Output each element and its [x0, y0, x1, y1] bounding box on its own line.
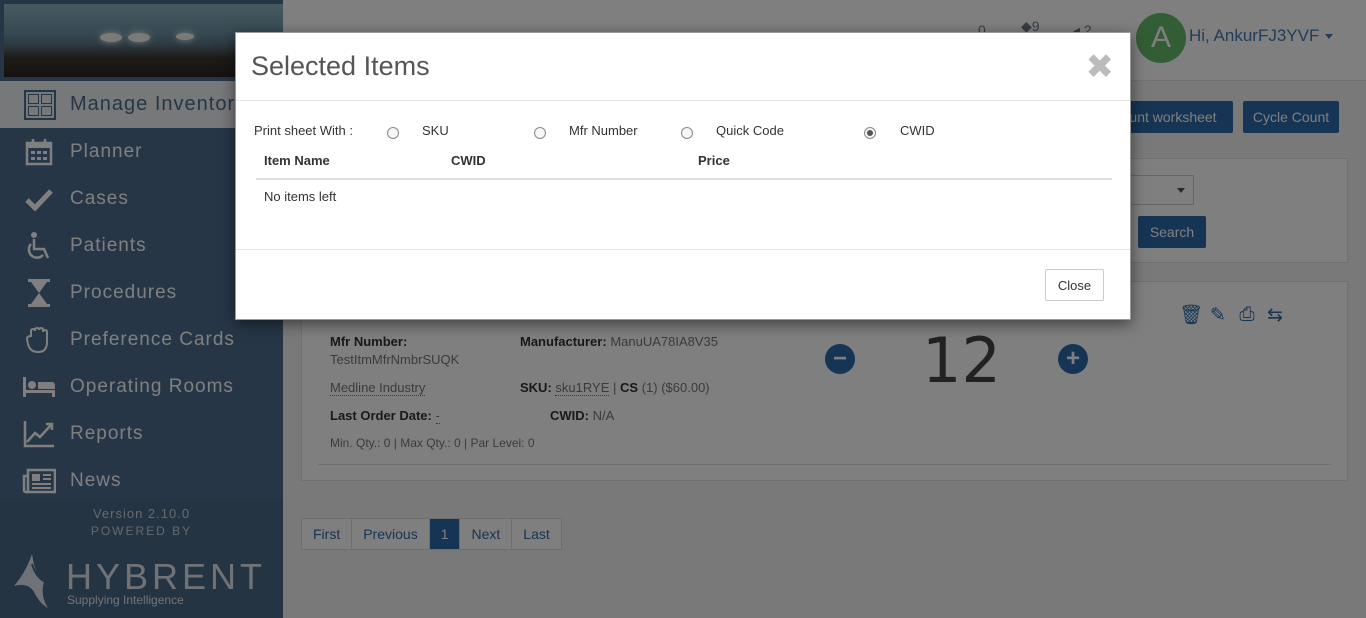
radio-label: Quick Code — [716, 123, 784, 138]
modal-footer-divider — [236, 249, 1130, 250]
empty-message: No items left — [264, 189, 337, 204]
close-icon[interactable]: ✖ — [1086, 50, 1115, 84]
modal-header: Selected Items ✖ — [236, 33, 1130, 101]
column-header: Price — [698, 153, 730, 168]
radio-cwid[interactable] — [864, 127, 876, 139]
radio-quick-code[interactable] — [681, 127, 693, 139]
print-options: Print sheet With : SKU Mfr Number Quick … — [254, 123, 1124, 143]
radio-label: Mfr Number — [569, 123, 638, 138]
print-sheet-label: Print sheet With : — [254, 123, 353, 138]
radio-label: CWID — [900, 123, 935, 138]
radio-label: SKU — [422, 123, 449, 138]
column-header: Item Name — [264, 153, 330, 168]
modal-title: Selected Items — [251, 51, 430, 81]
column-header: CWID — [451, 153, 486, 168]
close-button[interactable]: Close — [1045, 269, 1104, 301]
header-divider — [256, 178, 1112, 180]
radio-mfr-number[interactable] — [534, 127, 546, 139]
selected-items-modal: Selected Items ✖ Print sheet With : SKU … — [235, 32, 1131, 320]
radio-sku[interactable] — [387, 127, 399, 139]
